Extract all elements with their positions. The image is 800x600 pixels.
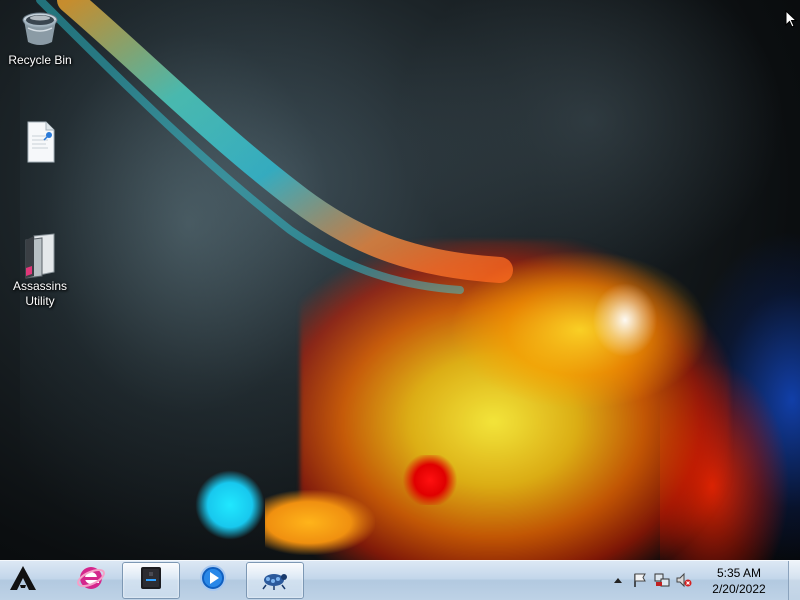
network-icon[interactable]	[654, 572, 670, 588]
mouse-pointer-icon	[785, 9, 798, 28]
taskbar-button-media-player[interactable]	[184, 562, 242, 599]
drive-manager-icon	[136, 563, 166, 598]
clock-time: 5:35 AM	[716, 566, 762, 580]
text-document-icon	[20, 120, 60, 164]
action-center-flag-icon[interactable]	[632, 572, 648, 588]
notification-area: 5:35 AM 2/20/2022	[600, 561, 800, 600]
desktop-icon-label: Assassins Utility	[12, 279, 68, 308]
desktop[interactable]: Recycle Bin Assassins Utility 5:35 AM 2/…	[0, 0, 800, 600]
media-player-icon	[198, 563, 228, 598]
taskbar: 5:35 AM 2/20/2022	[0, 560, 800, 600]
network-bug-icon	[260, 563, 290, 598]
taskbar-button-network-app[interactable]	[246, 562, 304, 599]
system-clock[interactable]: 5:35 AM 2/20/2022	[698, 565, 780, 597]
desktop-icon-label: Recycle Bin	[8, 53, 72, 67]
taskbar-button-internet-explorer[interactable]	[62, 562, 120, 599]
internet-explorer-icon	[76, 563, 106, 598]
desktop-icon-assassins-utility[interactable]: Assassins Utility	[4, 232, 76, 309]
desktop-icon-document[interactable]	[4, 120, 76, 167]
clock-date: 2/20/2022	[712, 582, 766, 596]
start-button[interactable]	[0, 562, 46, 599]
desktop-icon-recycle-bin[interactable]: Recycle Bin	[4, 6, 76, 68]
folder-utility-icon	[20, 232, 60, 279]
start-logo-icon	[8, 563, 38, 598]
volume-muted-icon[interactable]	[676, 572, 692, 588]
show-desktop-button[interactable]	[788, 561, 800, 600]
wallpaper-streak	[36, 0, 513, 294]
recycle-bin-icon	[20, 6, 60, 50]
taskbar-button-drive-manager[interactable]	[122, 562, 180, 599]
show-hidden-icons-arrow[interactable]	[610, 572, 626, 588]
